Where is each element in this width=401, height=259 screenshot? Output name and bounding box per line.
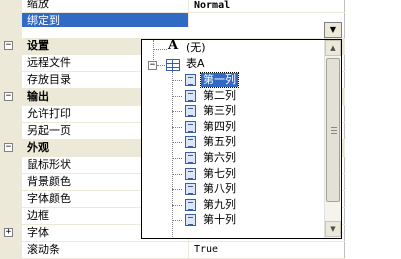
grip-line	[331, 130, 337, 131]
property-row-bind-to[interactable]: 绑定到	[0, 13, 345, 39]
property-row-scrollbar[interactable]: 滚动条 True	[0, 242, 345, 259]
tree-item-label: 第八列	[203, 182, 236, 196]
tree-item-label: (无)	[186, 41, 206, 54]
collapse-icon[interactable]: −	[4, 92, 13, 101]
tree-connector	[172, 95, 182, 97]
property-name: 滚动条	[22, 242, 189, 259]
row-gutter	[0, 174, 22, 191]
column-icon	[185, 183, 196, 196]
tree-connector	[153, 49, 167, 50]
tree-item-label: 第六列	[203, 151, 236, 164]
combo-dropdown-button[interactable]: ▼	[324, 22, 342, 38]
property-name: 绑定到	[22, 13, 189, 27]
tree-item-label: 第三列	[203, 104, 236, 118]
row-gutter: −	[0, 89, 22, 106]
expand-icon[interactable]: +	[4, 228, 13, 237]
property-value[interactable]: True	[190, 242, 345, 259]
row-gutter	[0, 0, 22, 13]
column-icon	[185, 198, 196, 211]
chevron-down-icon: ▼	[329, 25, 337, 34]
tree-item-label: 表A	[186, 57, 205, 70]
tree-connector	[172, 173, 182, 175]
column-icon	[185, 105, 196, 118]
row-gutter: +	[0, 225, 22, 242]
property-name: 缩放	[22, 0, 189, 13]
tree-connector	[172, 189, 182, 191]
tree-item-label: 第五列	[203, 135, 236, 149]
column-icon	[185, 120, 196, 133]
row-gutter	[0, 191, 22, 208]
scroll-up-button[interactable]: ▲	[325, 40, 341, 56]
tree-connector	[172, 80, 182, 81]
row-gutter	[0, 106, 22, 123]
tree-item-label: 第七列	[203, 166, 236, 180]
row-gutter	[0, 157, 22, 174]
row-gutter: −	[0, 38, 22, 55]
tree-connector	[172, 158, 182, 159]
tree-connector	[172, 204, 182, 206]
scroll-down-button[interactable]: ▼	[325, 221, 341, 237]
column-icon	[185, 152, 196, 164]
tree-item-label: 第一列	[200, 72, 239, 88]
tree-item-label: 第九列	[203, 197, 236, 211]
tree-item-label: 第二列	[203, 88, 236, 102]
bind-target-dropdown[interactable]: A (无) − 表A 第一列 第二列第三列 第四列第五列第六列第七列第八列 第九列第十…	[141, 39, 342, 239]
column-icon	[185, 89, 196, 102]
column-icon	[185, 74, 196, 86]
column-icon	[185, 167, 196, 180]
grip-line	[331, 127, 337, 128]
collapse-icon[interactable]: −	[4, 41, 13, 50]
chevron-down-icon: ▼	[330, 225, 336, 233]
property-value[interactable]	[190, 13, 345, 30]
tree-item-label: 第四列	[203, 119, 236, 133]
column-icon	[185, 136, 196, 149]
row-gutter	[0, 123, 22, 140]
row-gutter	[0, 72, 22, 89]
scroll-thumb[interactable]	[326, 58, 340, 202]
dropdown-scrollbar[interactable]: ▲ ▼	[324, 40, 341, 238]
row-gutter	[0, 208, 22, 225]
row-gutter	[0, 55, 22, 72]
collapse-icon[interactable]: −	[148, 61, 157, 70]
table-icon	[166, 59, 180, 71]
text-field-icon: A	[168, 39, 179, 53]
property-row-zoom[interactable]: 缩放 Normal	[0, 0, 345, 13]
chevron-up-icon: ▲	[330, 44, 336, 52]
column-icon	[185, 214, 196, 227]
row-gutter	[0, 242, 22, 259]
tree-item-label: 第十列	[203, 213, 236, 227]
row-gutter: −	[0, 140, 22, 157]
tree-connector	[172, 220, 182, 222]
property-value: Normal	[194, 0, 231, 11]
row-gutter	[0, 13, 22, 39]
grip-line	[331, 133, 337, 134]
tree-connector	[172, 111, 182, 113]
collapse-icon[interactable]: −	[4, 143, 13, 152]
tree-connector	[172, 142, 182, 144]
tree-connector	[172, 126, 182, 128]
